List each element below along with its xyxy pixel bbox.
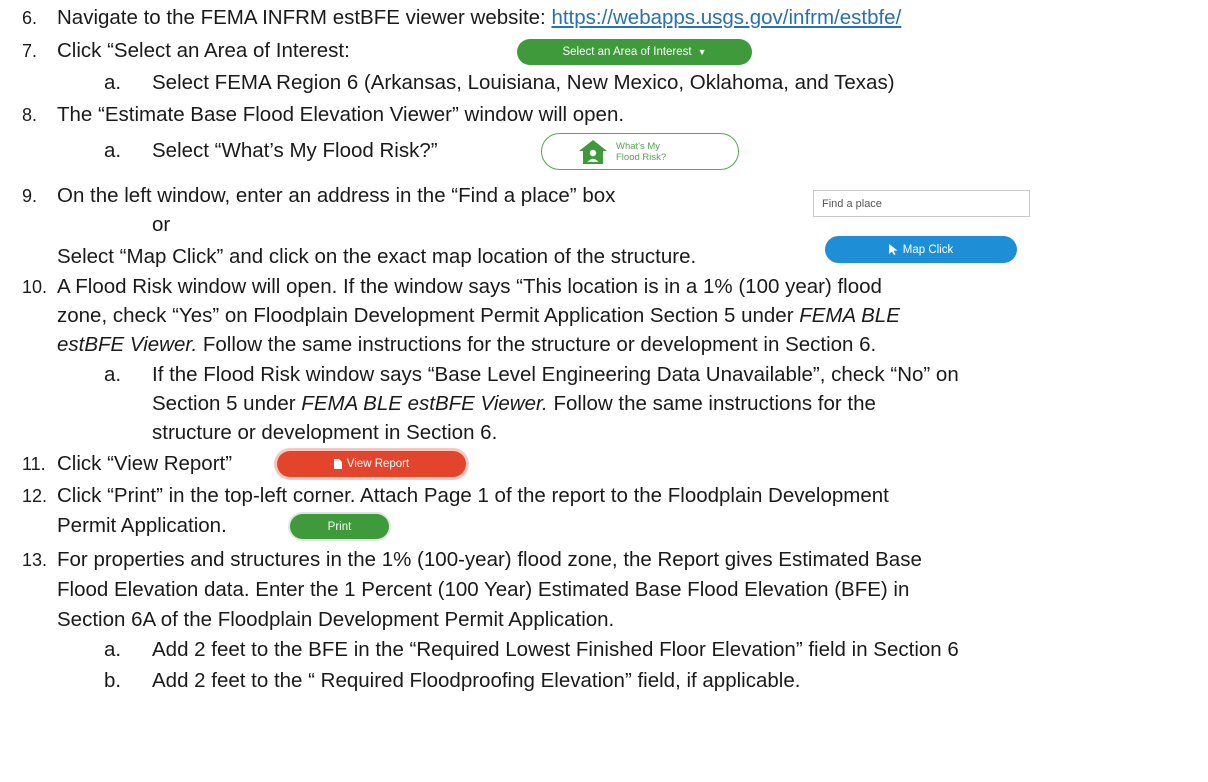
step-8-number: 8. xyxy=(22,105,38,125)
step-10a-line2b: FEMA BLE estBFE Viewer. xyxy=(301,392,548,415)
step-13-line3: Section 6A of the Floodplain Development… xyxy=(57,608,615,631)
select-area-of-interest-button[interactable]: Select an Area of Interest ▼ xyxy=(517,39,752,65)
view-report-button[interactable]: View Report xyxy=(277,451,466,477)
step-8a-text: Select “What’s My Flood Risk?” xyxy=(152,139,438,162)
step-10a-letter: a. xyxy=(104,363,122,386)
step-7-text: Click “Select an Area of Interest: xyxy=(57,39,350,62)
step-8-text: The “Estimate Base Flood Elevation Viewe… xyxy=(57,103,625,126)
estbfe-viewer-link[interactable]: https://webapps.usgs.gov/infrm/estbfe/ xyxy=(551,6,901,29)
step-12-line2: Permit Application. xyxy=(57,514,227,537)
step-6-number: 6. xyxy=(22,8,38,28)
caret-down-icon: ▼ xyxy=(697,47,707,57)
step-11-text: Click “View Report” xyxy=(57,452,233,475)
step-6-label: Navigate to the FEMA INFRM estBFE viewer… xyxy=(57,6,552,29)
step-9-text: On the left window, enter an address in … xyxy=(57,184,616,207)
print-button[interactable]: Print xyxy=(290,514,389,539)
step-13-number: 13. xyxy=(22,550,48,570)
step-13a-text: Add 2 feet to the BFE in the “Required L… xyxy=(152,638,959,661)
step-10a-line2a: Section 5 under xyxy=(152,392,302,415)
step-10-line2b: FEMA BLE xyxy=(799,304,900,327)
map-click-button[interactable]: Map Click xyxy=(825,236,1017,263)
map-click-label: Map Click xyxy=(902,243,954,256)
step-13b-text: Add 2 feet to the “ Required Floodproofi… xyxy=(152,669,801,692)
whats-my-flood-risk-button[interactable]: What's My Flood Risk? xyxy=(541,133,739,170)
step-10a-line2c: Follow the same instructions for the xyxy=(547,392,876,415)
step-6-text: Navigate to the FEMA INFRM estBFE viewer… xyxy=(57,5,901,31)
step-8a-letter: a. xyxy=(104,139,122,162)
step-11-number: 11. xyxy=(22,454,46,474)
print-label: Print xyxy=(327,520,352,533)
step-10-number: 10. xyxy=(22,277,48,297)
step-10-line1: A Flood Risk window will open. If the wi… xyxy=(57,275,882,298)
step-10-line2: zone, check “Yes” on Floodplain Developm… xyxy=(57,303,900,329)
step-7-number: 7. xyxy=(22,41,38,61)
view-report-label: View Report xyxy=(346,458,410,470)
find-a-place-placeholder: Find a place xyxy=(822,197,882,210)
flood-risk-label: What's My Flood Risk? xyxy=(616,141,666,163)
step-9-or: or xyxy=(152,213,171,236)
find-a-place-input[interactable]: Find a place xyxy=(813,190,1030,217)
step-13a-letter: a. xyxy=(104,638,122,661)
step-10-line3a: estBFE Viewer. xyxy=(57,333,198,356)
step-10-line3b: Follow the same instructions for the str… xyxy=(197,333,877,356)
step-9-text-2: Select “Map Click” and click on the exac… xyxy=(57,245,697,268)
step-9-number: 9. xyxy=(22,186,38,206)
step-13-line2: Flood Elevation data. Enter the 1 Percen… xyxy=(57,578,910,601)
step-13b-letter: b. xyxy=(104,669,122,692)
step-12-line1: Click “Print” in the top-left corner. At… xyxy=(57,484,889,507)
flood-risk-label-line2: Flood Risk? xyxy=(616,151,667,163)
step-7a-text: Select FEMA Region 6 (Arkansas, Louisian… xyxy=(152,71,895,94)
step-10-line2a: zone, check “Yes” on Floodplain Developm… xyxy=(57,304,800,327)
step-13-line1: For properties and structures in the 1% … xyxy=(57,548,922,571)
step-10a-line1: If the Flood Risk window says “Base Leve… xyxy=(152,363,959,386)
step-10a-line3: structure or development in Section 6. xyxy=(152,421,498,444)
cursor-icon xyxy=(888,244,898,255)
step-12-number: 12. xyxy=(22,486,48,506)
house-icon xyxy=(578,139,608,165)
document-icon xyxy=(333,459,342,469)
step-7a-letter: a. xyxy=(104,71,122,94)
step-10-line3: estBFE Viewer. Follow the same instructi… xyxy=(57,332,876,358)
flood-risk-label-line1: What's My xyxy=(616,140,661,152)
step-10a-line2: Section 5 under FEMA BLE estBFE Viewer. … xyxy=(152,391,876,417)
select-area-label: Select an Area of Interest xyxy=(562,46,692,58)
